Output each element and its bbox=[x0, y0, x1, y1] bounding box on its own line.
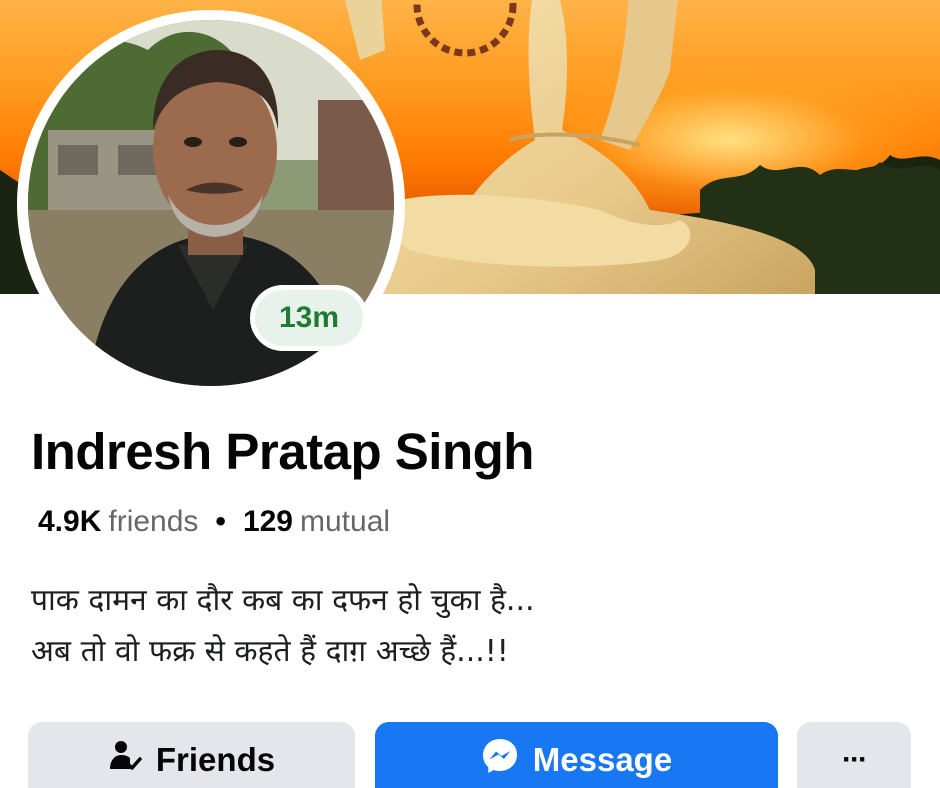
friends-button-label: Friends bbox=[155, 741, 276, 778]
active-time-badge: 13m bbox=[250, 285, 368, 351]
profile-name: Indresh Pratap Singh bbox=[31, 423, 534, 480]
profile-bio: पाक दामन का दौर कब का दफन हो चुका है... … bbox=[31, 575, 535, 677]
bio-line: पाक दामन का दौर कब का दफन हो चुका है... bbox=[31, 583, 535, 618]
friends-label: friends bbox=[108, 505, 199, 538]
bio-line: अब तो वो फक्र से कहते हैं दाग़ अच्छे हैं… bbox=[31, 634, 509, 669]
more-dots-icon: ··· bbox=[842, 743, 868, 776]
friends-button[interactable]: Friends bbox=[28, 722, 355, 788]
message-button-label: Message bbox=[532, 741, 673, 778]
friends-count: 4.9K bbox=[38, 505, 102, 538]
person-check-icon bbox=[108, 739, 142, 781]
messenger-icon bbox=[481, 737, 519, 783]
mutual-count: 129 bbox=[242, 505, 293, 538]
message-button[interactable]: Message bbox=[375, 722, 778, 788]
more-button[interactable]: ··· bbox=[797, 722, 911, 788]
mutual-label: mutual bbox=[300, 505, 391, 538]
stats-separator: • bbox=[215, 505, 226, 538]
profile-stats[interactable]: 4.9K friends • 129 mutual bbox=[38, 505, 390, 539]
